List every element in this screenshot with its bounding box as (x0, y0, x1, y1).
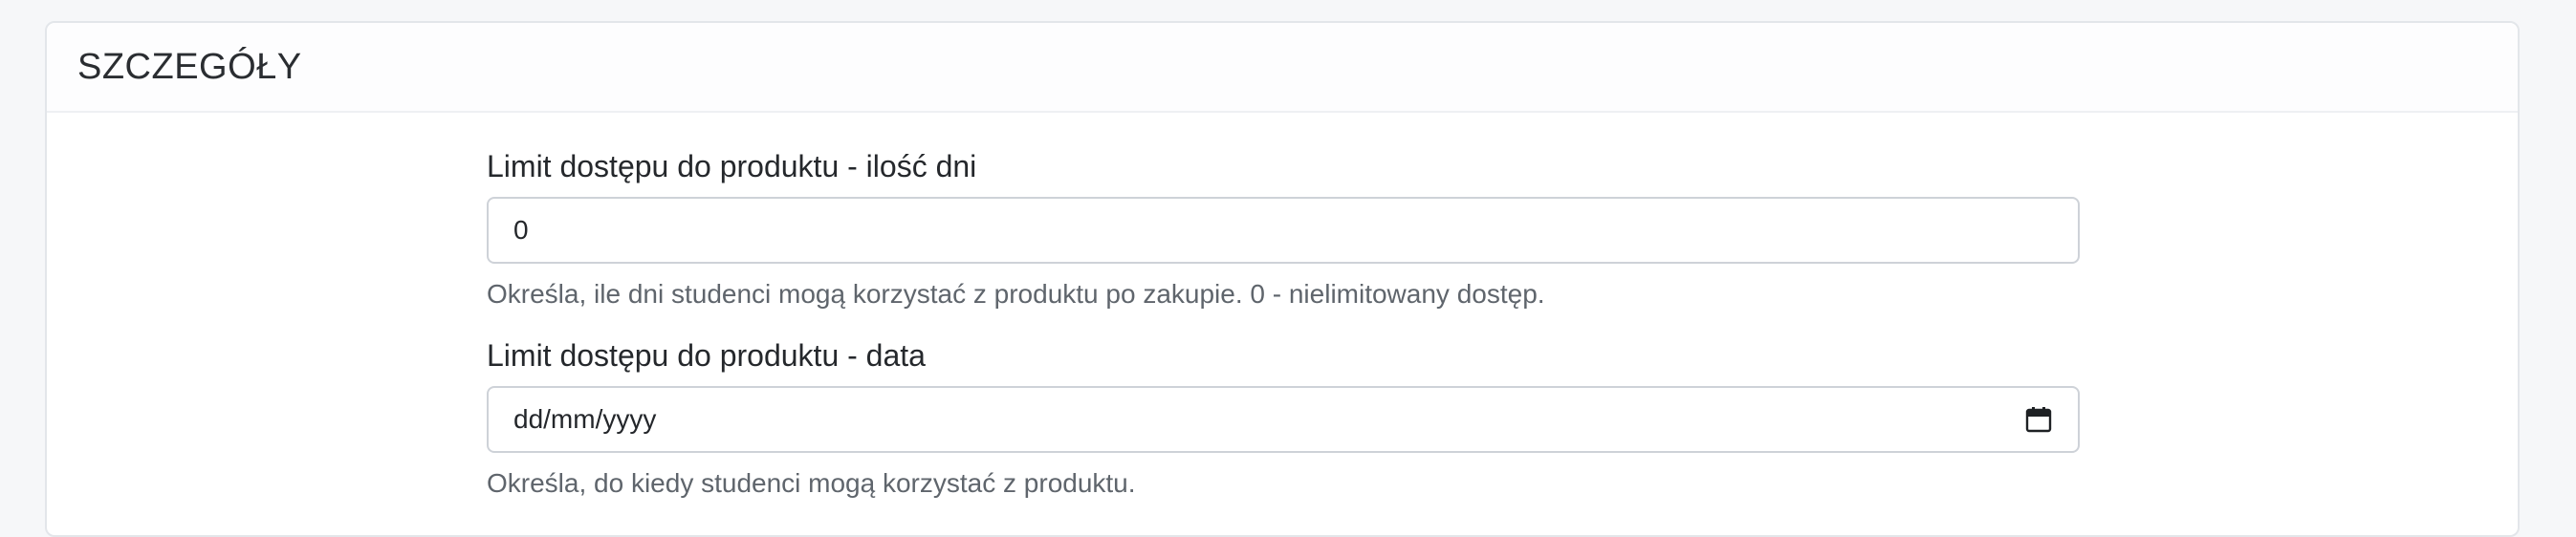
details-card: SZCZEGÓŁY Limit dostępu do produktu - il… (45, 21, 2520, 537)
calendar-icon[interactable] (2024, 405, 2053, 434)
card-title: SZCZEGÓŁY (77, 46, 302, 87)
card-header: SZCZEGÓŁY (47, 23, 2518, 113)
access-date-placeholder: dd/mm/yyyy (513, 404, 657, 434)
access-days-value: 0 (513, 215, 529, 245)
access-days-label: Limit dostępu do produktu - ilość dni (487, 149, 977, 183)
access-date-group: Limit dostępu do produktu - data dd/mm/y… (487, 334, 2080, 503)
access-date-label: Limit dostępu do produktu - data (487, 338, 926, 373)
access-date-help: Określa, do kiedy studenci mogą korzysta… (487, 468, 1136, 498)
access-days-input[interactable]: 0 (487, 197, 2080, 264)
access-date-input[interactable]: dd/mm/yyyy (487, 386, 2080, 453)
access-days-help: Określa, ile dni studenci mogą korzystać… (487, 279, 1545, 309)
access-days-group: Limit dostępu do produktu - ilość dni 0 … (487, 145, 2080, 313)
